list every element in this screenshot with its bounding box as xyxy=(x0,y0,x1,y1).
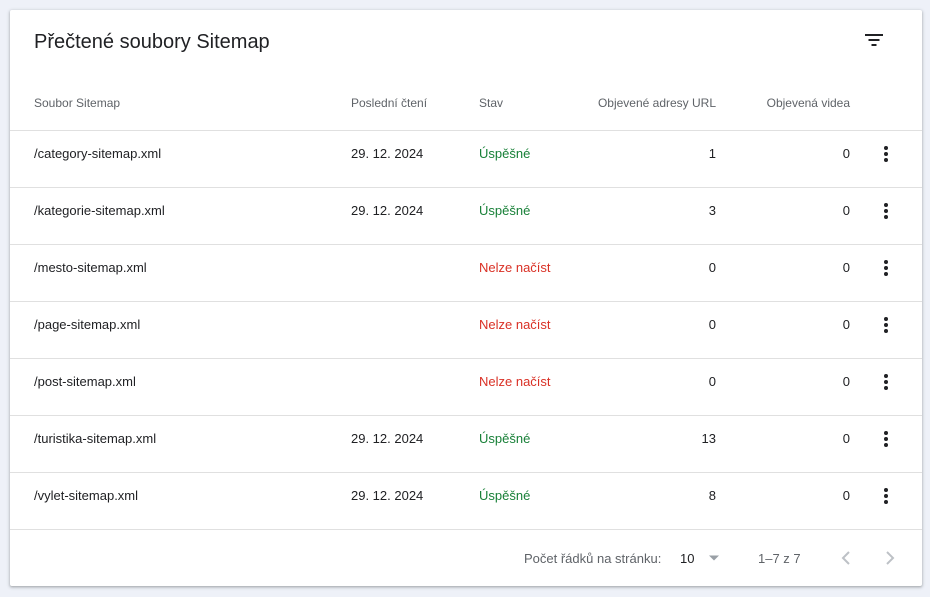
last-read-cell: 29. 12. 2024 xyxy=(351,488,424,503)
rows-per-page-select[interactable]: 10 xyxy=(672,544,724,572)
table-row[interactable]: /post-sitemap.xml Nelze načíst 0 0 xyxy=(10,359,922,416)
more-vert-icon xyxy=(884,374,888,390)
sitemap-file-cell[interactable]: /kategorie-sitemap.xml xyxy=(34,188,165,244)
sitemap-file-cell[interactable]: /category-sitemap.xml xyxy=(34,131,161,187)
sitemap-file-cell[interactable]: /turistika-sitemap.xml xyxy=(34,416,156,472)
status-cell: Úspěšné xyxy=(479,431,531,446)
discovered-videos-cell: 0 xyxy=(842,146,850,161)
status-cell: Úspěšné xyxy=(479,203,531,218)
last-read-cell: 29. 12. 2024 xyxy=(351,203,424,218)
status-cell: Nelze načíst xyxy=(479,260,551,275)
row-menu-button[interactable] xyxy=(874,427,898,451)
row-menu-button[interactable] xyxy=(874,142,898,166)
row-menu-button[interactable] xyxy=(874,370,898,394)
discovered-urls-cell: 0 xyxy=(708,260,716,275)
table-row[interactable]: /vylet-sitemap.xml 29. 12. 2024 Úspěšné 8 0 xyxy=(10,473,922,530)
more-vert-icon xyxy=(884,146,888,162)
table-row[interactable]: /kategorie-sitemap.xml 29. 12. 2024 Úspěšn… xyxy=(10,188,922,245)
row-menu-button[interactable] xyxy=(874,484,898,508)
discovered-videos-cell: 0 xyxy=(842,488,850,503)
discovered-urls-cell: 1 xyxy=(708,146,716,161)
sitemap-file-cell[interactable]: /vylet-sitemap.xml xyxy=(34,473,138,529)
table-footer: Počet řádků na stránku: 10 1–7 z 7 xyxy=(10,530,922,586)
discovered-urls-cell: 0 xyxy=(708,317,716,332)
card-header: Přečtené soubory Sitemap xyxy=(10,10,922,74)
column-header-urls[interactable]: Objevené adresy URL xyxy=(598,96,716,110)
page-range: 1–7 z 7 xyxy=(758,551,801,566)
table-row[interactable]: /mesto-sitemap.xml Nelze načíst 0 0 xyxy=(10,245,922,302)
sitemap-file-cell[interactable]: /post-sitemap.xml xyxy=(34,359,136,415)
card-title: Přečtené soubory Sitemap xyxy=(34,31,270,53)
chevron-left-icon xyxy=(841,551,850,565)
column-header-status[interactable]: Stav xyxy=(479,96,503,110)
rows-per-page-value: 10 xyxy=(680,551,695,566)
row-menu-button[interactable] xyxy=(874,199,898,223)
more-vert-icon xyxy=(884,317,888,333)
sitemap-file-cell[interactable]: /page-sitemap.xml xyxy=(34,302,140,358)
discovered-videos-cell: 0 xyxy=(842,317,850,332)
discovered-videos-cell: 0 xyxy=(842,374,850,389)
sitemap-file-cell[interactable]: /mesto-sitemap.xml xyxy=(34,245,147,301)
status-cell: Nelze načíst xyxy=(479,374,551,389)
more-vert-icon xyxy=(884,203,888,219)
status-cell: Nelze načíst xyxy=(479,317,551,332)
sitemaps-card: Přečtené soubory Sitemap Soubor Sitemap … xyxy=(10,10,922,586)
column-header-last-read[interactable]: Poslední čtení xyxy=(351,96,427,110)
last-read-cell: 29. 12. 2024 xyxy=(351,431,424,446)
previous-page-button[interactable] xyxy=(832,544,860,572)
more-vert-icon xyxy=(884,431,888,447)
status-cell: Úspěšné xyxy=(479,146,531,161)
last-read-cell: 29. 12. 2024 xyxy=(351,146,424,161)
discovered-videos-cell: 0 xyxy=(842,260,850,275)
table-row[interactable]: /turistika-sitemap.xml 29. 12. 2024 Úspěšn… xyxy=(10,416,922,473)
row-menu-button[interactable] xyxy=(874,256,898,280)
more-vert-icon xyxy=(884,260,888,276)
filter-button[interactable] xyxy=(860,26,888,54)
table-row[interactable]: /page-sitemap.xml Nelze načíst 0 0 xyxy=(10,302,922,359)
discovered-urls-cell: 0 xyxy=(708,374,716,389)
status-cell: Úspěšné xyxy=(479,488,531,503)
row-menu-button[interactable] xyxy=(874,313,898,337)
dropdown-arrow-icon xyxy=(709,555,719,561)
filter-list-icon xyxy=(865,34,883,46)
column-header-file[interactable]: Soubor Sitemap xyxy=(34,96,120,110)
sitemap-table-body: /category-sitemap.xml 29. 12. 2024 Úspěšné… xyxy=(10,131,922,530)
discovered-urls-cell: 13 xyxy=(701,431,716,446)
next-page-button[interactable] xyxy=(876,544,904,572)
discovered-urls-cell: 8 xyxy=(708,488,716,503)
discovered-videos-cell: 0 xyxy=(842,203,850,218)
column-header-videos[interactable]: Objevená videa xyxy=(767,96,850,110)
table-row[interactable]: /category-sitemap.xml 29. 12. 2024 Úspěšné… xyxy=(10,131,922,188)
rows-per-page-label: Počet řádků na stránku: xyxy=(524,551,662,566)
more-vert-icon xyxy=(884,488,888,504)
chevron-right-icon xyxy=(886,551,895,565)
discovered-urls-cell: 3 xyxy=(708,203,716,218)
discovered-videos-cell: 0 xyxy=(842,431,850,446)
